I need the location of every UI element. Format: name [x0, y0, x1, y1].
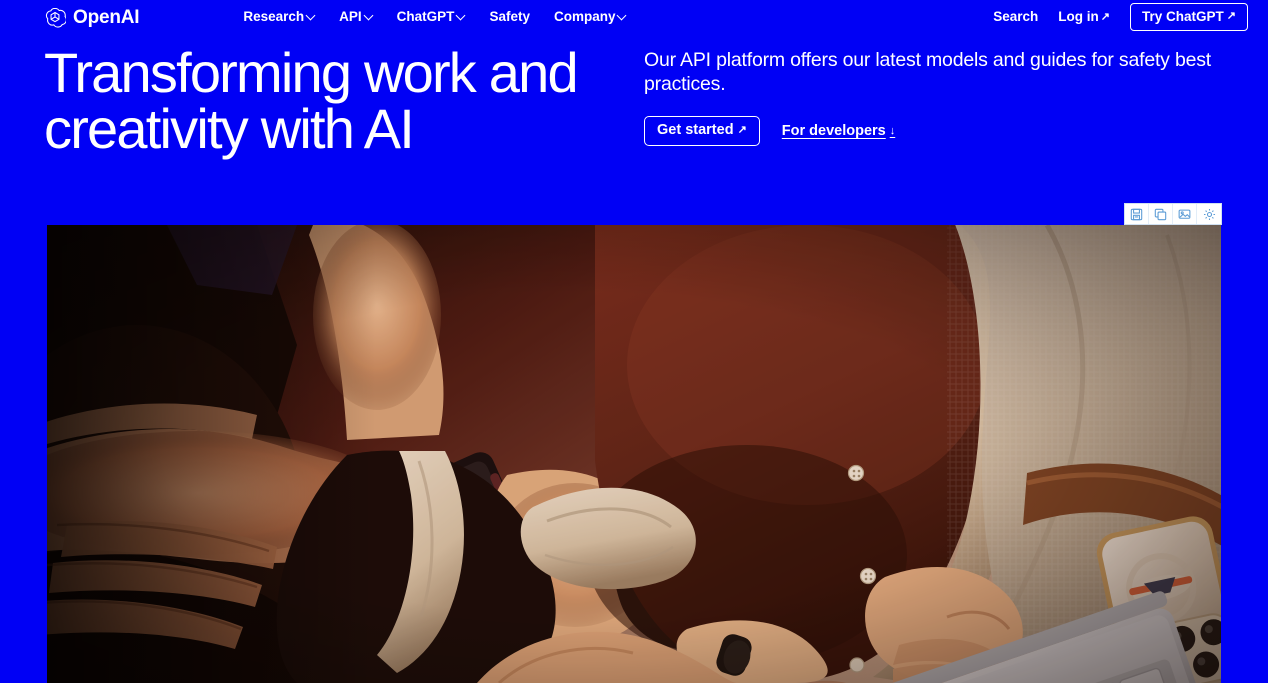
chevron-down-icon: [307, 12, 315, 20]
nav-item-api[interactable]: API: [339, 10, 373, 24]
get-started-label: Get started: [657, 121, 734, 138]
copy-icon[interactable]: [1149, 204, 1173, 224]
nav-item-chatgpt[interactable]: ChatGPT: [397, 10, 466, 24]
hero-left-column: Transforming work and creativity with AI: [44, 34, 644, 191]
nav-label: Research: [243, 9, 305, 25]
hero-section: Transforming work and creativity with AI…: [0, 34, 1268, 191]
save-icon[interactable]: [1125, 204, 1149, 224]
page-title: Transforming work and creativity with AI: [44, 41, 579, 160]
hero-image: [47, 225, 1221, 683]
chevron-down-icon: [365, 12, 373, 20]
hero-right-column: Our API platform offers our latest model…: [644, 34, 1224, 191]
brand-name: OpenAI: [73, 6, 140, 28]
nav-label: ChatGPT: [396, 9, 455, 25]
login-label: Log in: [1058, 9, 1099, 25]
arrow-up-right-icon: ↗: [1226, 10, 1236, 22]
site-header: OpenAI Research API ChatGPT Safety Compa…: [0, 0, 1268, 34]
brand-logo[interactable]: OpenAI: [44, 6, 140, 28]
cta-label: Try ChatGPT: [1142, 8, 1224, 24]
nav-item-research[interactable]: Research: [243, 10, 315, 24]
for-developers-link[interactable]: For developers ↓: [782, 124, 895, 139]
for-developers-label: For developers: [781, 122, 886, 139]
hero-subtitle: Our API platform offers our latest model…: [644, 49, 1212, 96]
arrow-up-right-icon: ↗: [737, 123, 747, 136]
chevron-down-icon: [618, 12, 626, 20]
arrow-up-right-icon: ↗: [1100, 10, 1111, 23]
search-label: Search: [993, 9, 1039, 25]
hero-photo: [47, 225, 1221, 683]
nav-label: Company: [553, 9, 616, 25]
try-chatgpt-button[interactable]: Try ChatGPT ↗: [1130, 2, 1248, 32]
nav-item-company[interactable]: Company: [554, 10, 627, 24]
openai-logo-icon: [44, 6, 66, 28]
header-actions: Search Log in ↗ Try ChatGPT ↗: [993, 2, 1248, 32]
nav-label: API: [339, 9, 362, 25]
nav-item-safety[interactable]: Safety: [489, 10, 530, 24]
get-started-button[interactable]: Get started ↗: [644, 115, 760, 147]
arrow-down-icon: ↓: [889, 124, 896, 137]
image-toolbar: [1124, 203, 1222, 225]
nav-label: Safety: [489, 9, 530, 25]
image-icon[interactable]: [1173, 204, 1197, 224]
chevron-down-icon: [457, 12, 465, 20]
settings-gear-icon[interactable]: [1197, 204, 1221, 224]
search-button[interactable]: Search: [993, 10, 1038, 24]
hero-actions: Get started ↗ For developers ↓: [644, 115, 1224, 147]
primary-navigation: Research API ChatGPT Safety Company: [243, 10, 626, 24]
login-link[interactable]: Log in ↗: [1058, 10, 1110, 24]
